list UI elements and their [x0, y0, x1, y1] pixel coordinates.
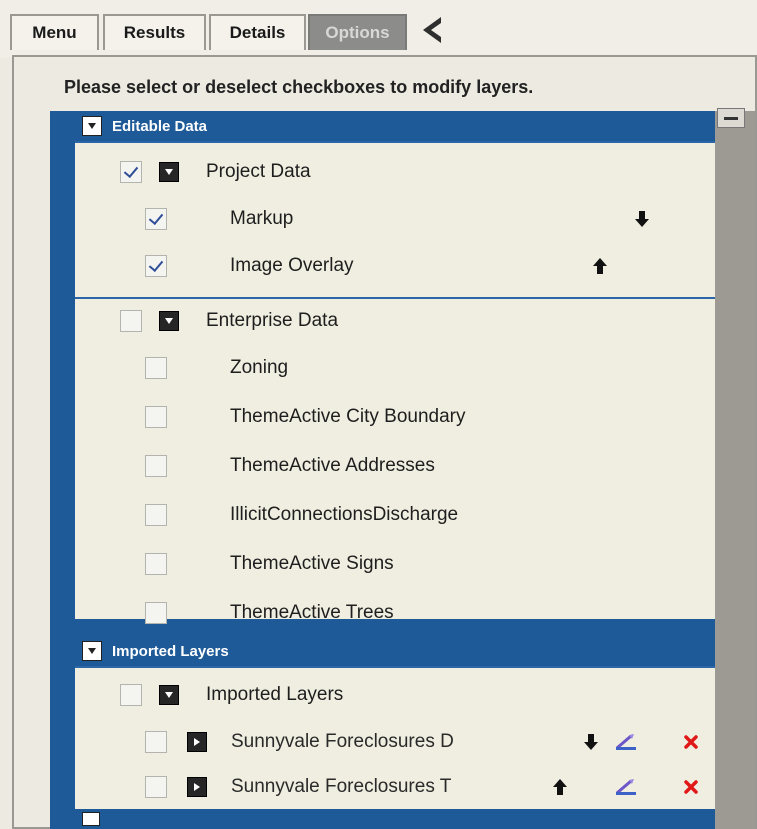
- trees-checkbox[interactable]: [145, 602, 167, 624]
- image-overlay-checkbox[interactable]: [145, 255, 167, 277]
- group-header-editable[interactable]: Editable Data: [50, 111, 715, 141]
- layer-row-image-overlay: Image Overlay: [75, 243, 715, 289]
- layer-label: Markup: [230, 208, 294, 229]
- subgroup-project-data: Project Data: [75, 149, 715, 195]
- layer-row-trees: ThemeActive Trees: [75, 590, 715, 636]
- scrollbar[interactable]: [715, 111, 755, 829]
- layer-tree: Editable Data Project Data Markup Image …: [50, 111, 715, 829]
- layer-label: IllicitConnectionsDischarge: [230, 504, 459, 525]
- layer-row-markup: Markup: [75, 196, 715, 242]
- city-boundary-checkbox[interactable]: [145, 406, 167, 428]
- layer-row-signs: ThemeActive Signs: [75, 541, 715, 587]
- move-down-icon[interactable]: [631, 208, 653, 230]
- expand-right-icon[interactable]: [187, 732, 207, 752]
- expand-icon[interactable]: [159, 162, 179, 182]
- signs-checkbox[interactable]: [145, 553, 167, 575]
- tab-options[interactable]: Options: [308, 14, 407, 50]
- tab-bar: Menu Results Details Options: [0, 0, 757, 58]
- subgroup-enterprise-data: Enterprise Data: [75, 298, 715, 344]
- layer-label: ThemeActive Trees: [230, 602, 394, 623]
- edit-style-icon[interactable]: [615, 731, 637, 753]
- layer-row-foreclosures-t: Sunnyvale Foreclosures T: [75, 764, 715, 810]
- layer-label: Sunnyvale Foreclosures T: [231, 776, 452, 797]
- expand-icon[interactable]: [159, 685, 179, 705]
- expand-right-icon[interactable]: [187, 777, 207, 797]
- expand-icon[interactable]: [82, 812, 100, 826]
- tab-details[interactable]: Details: [209, 14, 306, 50]
- layer-row-illicit-connections: IllicitConnectionsDischarge: [75, 492, 715, 538]
- subgroup-label: Project Data: [206, 161, 311, 182]
- expand-icon[interactable]: [82, 641, 102, 661]
- tab-menu[interactable]: Menu: [10, 14, 99, 50]
- delete-icon[interactable]: [680, 731, 702, 753]
- project-data-checkbox[interactable]: [120, 161, 142, 183]
- group-header-next[interactable]: [50, 809, 715, 829]
- subgroup-imported-layers: Imported Layers: [75, 672, 715, 718]
- layer-label: ThemeActive Signs: [230, 553, 394, 574]
- layer-label: Image Overlay: [230, 255, 354, 276]
- layer-label: Sunnyvale Foreclosures D: [231, 731, 454, 752]
- instruction-text: Please select or deselect checkboxes to …: [64, 77, 534, 97]
- move-down-icon[interactable]: [580, 731, 602, 753]
- expand-icon[interactable]: [82, 116, 102, 136]
- layer-row-zoning: Zoning: [75, 345, 715, 391]
- imported-group-body: Imported Layers Sunnyvale Foreclosures D: [75, 666, 715, 809]
- move-up-icon[interactable]: [549, 776, 571, 798]
- imported-layers-checkbox[interactable]: [120, 684, 142, 706]
- editable-group-body: Project Data Markup Image Overlay Enterp…: [75, 141, 715, 624]
- edit-style-icon[interactable]: [615, 776, 637, 798]
- markup-checkbox[interactable]: [145, 208, 167, 230]
- group-title: Editable Data: [112, 117, 208, 135]
- zoning-checkbox[interactable]: [145, 357, 167, 379]
- layer-row-city-boundary: ThemeActive City Boundary: [75, 394, 715, 440]
- divider: [75, 666, 715, 668]
- illicit-connections-checkbox[interactable]: [145, 504, 167, 526]
- tab-results[interactable]: Results: [103, 14, 206, 50]
- expand-icon[interactable]: [159, 311, 179, 331]
- scroll-up-button[interactable]: [717, 108, 745, 128]
- subgroup-label: Imported Layers: [206, 684, 344, 705]
- foreclosures-t-checkbox[interactable]: [145, 776, 167, 798]
- layer-label: ThemeActive City Boundary: [230, 406, 466, 427]
- addresses-checkbox[interactable]: [145, 455, 167, 477]
- group-header-imported[interactable]: Imported Layers: [50, 636, 715, 666]
- layer-label: Zoning: [230, 357, 289, 378]
- layer-label: ThemeActive Addresses: [230, 455, 435, 476]
- subgroup-label: Enterprise Data: [206, 310, 339, 331]
- enterprise-data-checkbox[interactable]: [120, 310, 142, 332]
- group-title: Imported Layers: [112, 642, 229, 660]
- layer-row-addresses: ThemeActive Addresses: [75, 443, 715, 489]
- move-up-icon[interactable]: [589, 255, 611, 277]
- foreclosures-d-checkbox[interactable]: [145, 731, 167, 753]
- layer-row-foreclosures-d: Sunnyvale Foreclosures D: [75, 719, 715, 765]
- delete-icon[interactable]: [680, 776, 702, 798]
- divider: [75, 141, 715, 143]
- collapse-arrow-icon[interactable]: [412, 12, 452, 48]
